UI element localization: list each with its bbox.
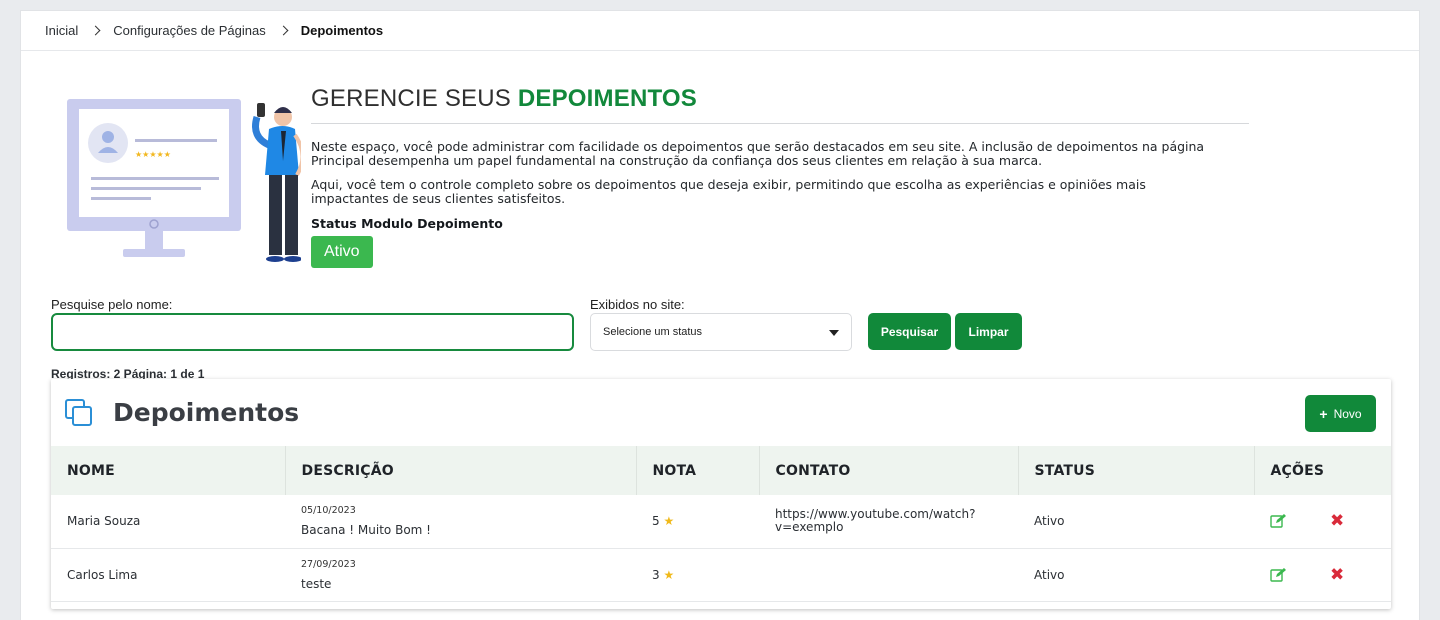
testimonials-card: Depoimentos + Novo NOME DESCRIÇÃO NOTA C… <box>51 379 1391 609</box>
module-status-label: Status Modulo Depoimento <box>311 216 503 231</box>
svg-text:★★★★★: ★★★★★ <box>135 150 171 159</box>
column-header-status[interactable]: STATUS <box>1018 446 1255 495</box>
testimonial-illustration: ★★★★★ <box>67 99 301 262</box>
row-status: Ativo <box>1018 548 1254 602</box>
hero-paragraph-2: Aqui, você tem o controle completo sobre… <box>311 177 1146 206</box>
delete-icon[interactable]: ✖ <box>1330 565 1344 585</box>
row-contact <box>759 548 1018 602</box>
module-status-toggle[interactable]: Ativo <box>311 236 373 268</box>
column-header-descricao[interactable]: DESCRIÇÃO <box>285 446 637 495</box>
table-header-row: NOME DESCRIÇÃO NOTA CONTATO STATUS AÇÕES <box>51 446 1391 495</box>
delete-icon[interactable]: ✖ <box>1330 511 1344 531</box>
row-contact: https://www.youtube.com/watch?v=exemplo <box>759 495 1018 549</box>
row-rating: 3 ★ <box>636 548 759 602</box>
row-actions: ✖ <box>1254 548 1391 602</box>
breadcrumb-item-configuracoes[interactable]: Configurações de Páginas <box>113 23 266 38</box>
main-panel: Inicial Configurações de Páginas Depoime… <box>20 10 1420 620</box>
rating-value: 3 <box>652 567 660 582</box>
breadcrumb-item-inicial[interactable]: Inicial <box>45 23 78 38</box>
row-date: 27/09/2023 <box>301 558 356 570</box>
title-plain: GERENCIE SEUS <box>311 85 518 112</box>
testimonials-table: NOME DESCRIÇÃO NOTA CONTATO STATUS AÇÕES… <box>51 446 1391 602</box>
status-select-value: Selecione um status <box>603 326 703 338</box>
status-select[interactable]: Selecione um status <box>590 313 852 351</box>
row-status: Ativo <box>1018 495 1254 549</box>
page-title: GERENCIE SEUS DEPOIMENTOS <box>311 85 1249 124</box>
edit-icon[interactable] <box>1270 513 1286 529</box>
new-testimonial-button[interactable]: + Novo <box>1305 395 1376 432</box>
row-name: Carlos Lima <box>51 548 285 602</box>
card-title: Depoimentos <box>113 398 300 427</box>
column-header-acoes: AÇÕES <box>1254 446 1391 495</box>
row-rating: 5 ★ <box>636 495 759 549</box>
column-header-nome[interactable]: NOME <box>51 446 286 495</box>
clear-button[interactable]: Limpar <box>955 313 1022 350</box>
row-description: 05/10/2023 Bacana ! Muito Bom ! <box>285 495 636 549</box>
chevron-right-icon <box>278 25 289 36</box>
title-accent: DEPOIMENTOS <box>517 85 697 112</box>
edit-icon[interactable] <box>1270 567 1286 583</box>
plus-icon: + <box>1319 405 1328 422</box>
column-header-nota[interactable]: NOTA <box>636 446 760 495</box>
hero-paragraph-1: Neste espaço, você pode administrar com … <box>311 139 1205 168</box>
breadcrumb-current: Depoimentos <box>300 23 384 38</box>
row-description: 27/09/2023 teste <box>285 548 636 602</box>
name-search-label: Pesquise pelo nome: <box>51 297 173 312</box>
hero-section: GERENCIE SEUS DEPOIMENTOS Neste espaço, … <box>311 85 1251 268</box>
star-icon: ★ <box>663 514 675 529</box>
table-row: Carlos Lima 27/09/2023 teste 3 ★ Ativo ✖ <box>51 548 1391 602</box>
star-icon: ★ <box>663 567 675 582</box>
rating-value: 5 <box>652 514 660 529</box>
row-date: 05/10/2023 <box>301 505 356 517</box>
table-row: Maria Souza 05/10/2023 Bacana ! Muito Bo… <box>51 495 1391 549</box>
chevron-right-icon <box>90 25 101 36</box>
breadcrumb: Inicial Configurações de Páginas Depoime… <box>21 11 1419 51</box>
name-search-input[interactable] <box>51 313 574 351</box>
new-button-label: Novo <box>1333 406 1362 421</box>
row-description-text: teste <box>301 576 332 591</box>
row-actions: ✖ <box>1254 495 1391 549</box>
column-header-contato[interactable]: CONTATO <box>759 446 1019 495</box>
copy-icon <box>65 399 92 426</box>
card-header: Depoimentos + Novo <box>51 379 1391 446</box>
status-filter-label: Exibidos no site: <box>590 297 685 312</box>
row-description-text: Bacana ! Muito Bom ! <box>301 523 431 538</box>
row-name: Maria Souza <box>51 495 285 549</box>
contact-link[interactable]: https://www.youtube.com/watch?v=exemplo <box>775 507 975 534</box>
caret-down-icon <box>829 330 839 336</box>
search-button[interactable]: Pesquisar <box>868 313 951 350</box>
